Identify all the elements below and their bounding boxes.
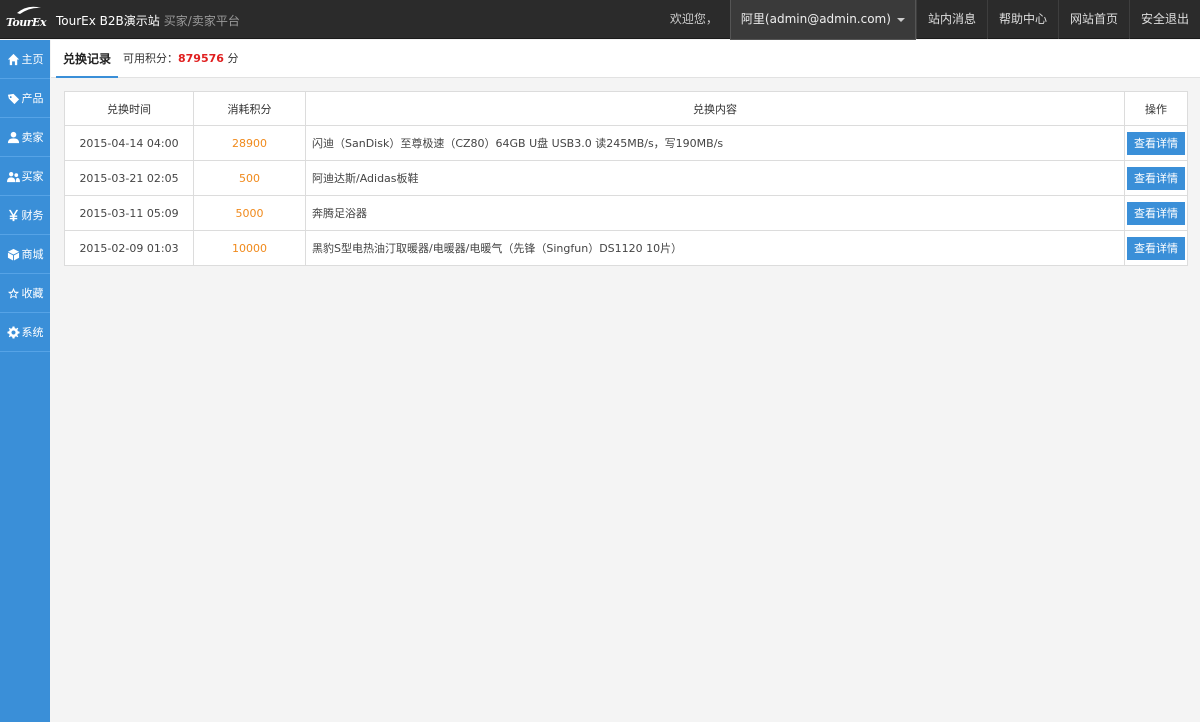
cell-content: 阿迪达斯/Adidas板鞋 [305,160,1125,196]
points-label: 可用积分： [123,52,178,65]
nav-link-help[interactable]: 帮助中心 [986,0,1058,39]
table-row: 2015-03-21 02:05 500 阿迪达斯/Adidas板鞋 查看详情 [64,160,1188,196]
nav-link-messages[interactable]: 站内消息 [915,0,987,39]
column-header-cost: 消耗积分 [193,91,306,126]
tourex-logo[interactable]: TourEx [6,6,47,29]
gear-icon [6,325,20,339]
sidebar-item-label: 财务 [21,209,44,222]
site-subtitle: 买家/卖家平台 [163,14,240,28]
sidebar-item-mall[interactable]: 商城 [0,235,50,274]
column-header-time: 兑换时间 [64,91,194,126]
cell-time: 2015-03-11 05:09 [64,195,194,231]
cell-action: 查看详情 [1124,160,1188,196]
cell-time: 2015-02-09 01:03 [64,230,194,266]
cell-time: 2015-04-14 04:00 [64,125,194,161]
top-navbar: TourEx TourEx B2B演示站 买家/卖家平台 欢迎您， 阿里(admi… [0,0,1200,42]
welcome-text: 欢迎您， [669,12,718,26]
cell-action: 查看详情 [1124,230,1188,266]
sidebar-item-label: 卖家 [21,131,44,144]
points-value: 879576 [178,52,224,65]
main-content: 兑换记录 可用积分：879576 分 兑换时间 消耗积分 兑换内容 操作 201… [51,40,1200,722]
site-title-text: TourEx B2B演示站 [56,14,160,28]
nav-link-logout[interactable]: 安全退出 [1128,0,1200,39]
view-details-button[interactable]: 查看详情 [1127,166,1185,190]
table-row: 2015-02-09 01:03 10000 黑豹S型电热油汀取暖器/电暖器/电… [64,230,1188,266]
logo-swoosh-icon [17,6,41,14]
sidebar-item-products[interactable]: 产品 [0,79,50,118]
header-nav: 欢迎您， 阿里(admin@admin.com) 站内消息 帮助中心 网站首页 … [669,0,1200,42]
home-icon [7,53,19,65]
sidebar-item-home[interactable]: 主页 [0,40,50,79]
sidebar-item-finance[interactable]: 财务 [0,196,50,235]
cell-content: 奔腾足浴器 [305,195,1125,231]
table-header-row: 兑换时间 消耗积分 兑换内容 操作 [64,91,1188,126]
cell-time: 2015-03-21 02:05 [64,160,194,196]
sidebar-item-sellers[interactable]: 卖家 [0,118,50,157]
column-header-content: 兑换内容 [305,91,1125,126]
site-title: TourEx B2B演示站 买家/卖家平台 [56,12,240,29]
view-details-button[interactable]: 查看详情 [1127,201,1185,225]
cell-content: 闪迪（SanDisk）至尊极速（CZ80）64GB U盘 USB3.0 读245… [305,125,1125,161]
column-header-action: 操作 [1124,91,1188,126]
table-row: 2015-04-14 04:00 28900 闪迪（SanDisk）至尊极速（C… [64,125,1188,161]
sidebar-item-favorites[interactable]: 收藏 [0,274,50,313]
cell-cost: 10000 [193,230,306,266]
exchange-records-table: 兑换时间 消耗积分 兑换内容 操作 2015-04-14 04:00 28900… [64,91,1188,266]
sidebar-item-label: 系统 [21,326,44,339]
table-row: 2015-03-11 05:09 5000 奔腾足浴器 查看详情 [64,195,1188,231]
user-name: 阿里(admin@admin.com) [740,12,891,26]
points-unit: 分 [227,52,239,65]
cell-action: 查看详情 [1124,195,1188,231]
sidebar-item-label: 主页 [21,53,44,66]
logo-text: TourEx [6,16,47,29]
sidebar-item-label: 商城 [21,248,44,261]
sidebar-item-label: 产品 [21,92,44,105]
cell-cost: 28900 [193,125,306,161]
sidebar-item-label: 买家 [21,170,44,183]
user-icon [7,131,19,143]
nav-link-home[interactable]: 网站首页 [1057,0,1129,39]
sidebar-item-system[interactable]: 系统 [0,313,50,352]
user-menu-dropdown[interactable]: 阿里(admin@admin.com) [729,0,916,42]
cell-action: 查看详情 [1124,125,1188,161]
cube-icon [7,248,19,261]
tag-icon [7,93,19,104]
sidebar-item-label: 收藏 [21,287,44,300]
sidebar-item-buyers[interactable]: 买家 [0,157,50,196]
users-icon [6,171,20,182]
caret-down-icon [896,17,905,22]
tab-exchange-records[interactable]: 兑换记录 [56,40,119,78]
tab-bar: 兑换记录 可用积分：879576 分 [51,40,1200,78]
available-points: 可用积分：879576 分 [123,40,238,78]
cell-cost: 5000 [193,195,306,231]
yen-icon [8,209,18,221]
cell-content: 黑豹S型电热油汀取暖器/电暖器/电暖气（先锋（Singfun）DS1120 10… [305,230,1125,266]
view-details-button[interactable]: 查看详情 [1127,236,1185,260]
star-icon [7,287,19,299]
sidebar: 主页 产品 卖家 买家 财务 商城 收藏 系统 [0,40,50,722]
view-details-button[interactable]: 查看详情 [1127,131,1185,155]
cell-cost: 500 [193,160,306,196]
